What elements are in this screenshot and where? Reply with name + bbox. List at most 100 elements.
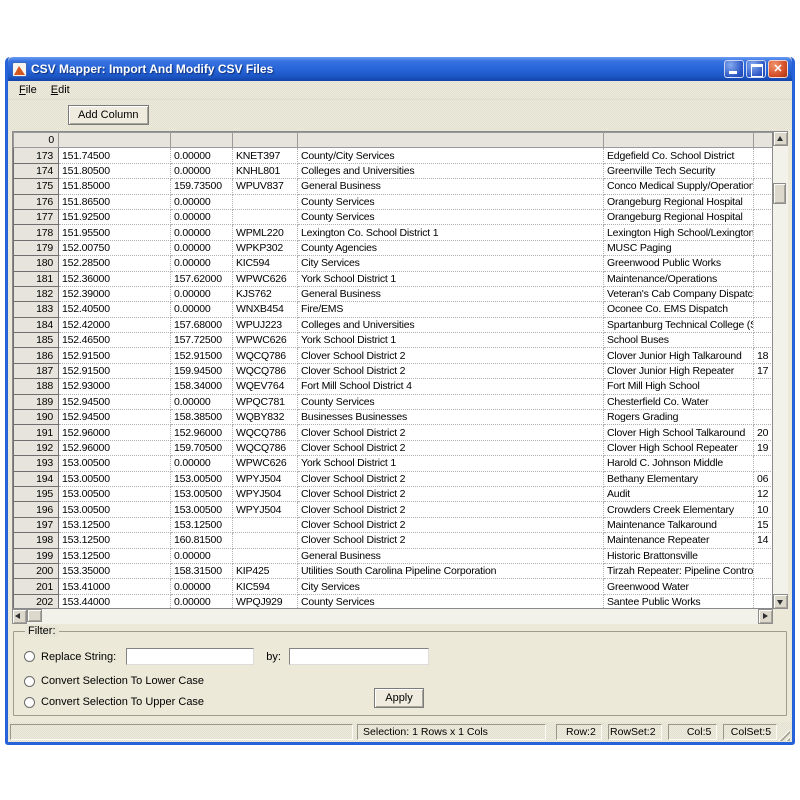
data-cell[interactable]: KIC594 <box>233 579 298 594</box>
data-cell[interactable]: 152.91500 <box>59 348 171 363</box>
data-cell[interactable] <box>754 317 774 332</box>
data-cell[interactable]: 152.00750 <box>59 240 171 255</box>
data-cell[interactable]: KNET397 <box>233 148 298 163</box>
row-number-cell[interactable]: 179 <box>14 240 59 255</box>
data-cell[interactable]: Clover School District 2 <box>298 348 604 363</box>
row-number-cell[interactable]: 188 <box>14 379 59 394</box>
row-number-cell[interactable]: 174 <box>14 163 59 178</box>
vertical-scroll-track[interactable] <box>773 146 788 594</box>
data-cell[interactable] <box>754 548 774 563</box>
row-number-cell[interactable]: 176 <box>14 194 59 209</box>
data-cell[interactable]: Maintenance/Operations <box>604 271 754 286</box>
data-cell[interactable]: KIP425 <box>233 563 298 578</box>
data-cell[interactable]: 152.91500 <box>59 363 171 378</box>
row-number-cell[interactable]: 190 <box>14 410 59 425</box>
data-cell[interactable]: 0.00000 <box>171 240 233 255</box>
data-cell[interactable]: WQCQ786 <box>233 363 298 378</box>
data-cell[interactable]: 152.46500 <box>59 333 171 348</box>
data-cell[interactable]: 152.36000 <box>59 271 171 286</box>
data-cell[interactable]: Colleges and Universities <box>298 317 604 332</box>
data-cell[interactable]: Clover School District 2 <box>298 533 604 548</box>
data-cell[interactable]: KJS762 <box>233 286 298 301</box>
data-cell[interactable]: Lexington Co. School District 1 <box>298 225 604 240</box>
data-cell[interactable]: 153.00500 <box>171 486 233 501</box>
data-cell[interactable]: Colleges and Universities <box>298 163 604 178</box>
row-number-cell[interactable]: 175 <box>14 179 59 194</box>
upper-case-radio[interactable] <box>24 697 35 708</box>
replace-string-input[interactable] <box>126 648 254 665</box>
maximize-button[interactable] <box>746 60 766 78</box>
data-cell[interactable]: 153.00500 <box>171 471 233 486</box>
data-cell[interactable] <box>233 209 298 224</box>
data-cell[interactable] <box>754 256 774 271</box>
data-cell[interactable]: 152.94500 <box>59 410 171 425</box>
data-cell[interactable]: 152.96000 <box>171 425 233 440</box>
data-cell[interactable] <box>233 517 298 532</box>
data-cell[interactable]: Oconee Co. EMS Dispatch <box>604 302 754 317</box>
data-cell[interactable]: Greenwood Public Works <box>604 256 754 271</box>
data-cell[interactable]: 153.00500 <box>59 502 171 517</box>
data-cell[interactable]: City Services <box>298 579 604 594</box>
data-cell[interactable]: 0.00000 <box>171 302 233 317</box>
data-cell[interactable]: 0.00000 <box>171 209 233 224</box>
data-cell[interactable]: 0.00000 <box>171 286 233 301</box>
data-cell[interactable]: 0.00000 <box>171 256 233 271</box>
data-cell[interactable]: Clover High School Talkaround <box>604 425 754 440</box>
data-cell[interactable]: General Business <box>298 548 604 563</box>
data-cell[interactable]: WQEV764 <box>233 379 298 394</box>
data-cell[interactable]: Santee Public Works <box>604 594 754 609</box>
data-cell[interactable] <box>754 456 774 471</box>
data-cell[interactable]: 152.42000 <box>59 317 171 332</box>
data-cell[interactable]: WPKP302 <box>233 240 298 255</box>
data-cell[interactable]: KNHL801 <box>233 163 298 178</box>
data-cell[interactable]: 0.00000 <box>171 394 233 409</box>
data-cell[interactable]: 0.00000 <box>171 163 233 178</box>
data-cell[interactable]: Spartanburg Technical College (S <box>604 317 754 332</box>
data-cell[interactable]: County Services <box>298 394 604 409</box>
data-cell[interactable]: WPUJ223 <box>233 317 298 332</box>
data-cell[interactable]: 0.00000 <box>171 579 233 594</box>
data-cell[interactable]: 152.96000 <box>59 440 171 455</box>
data-cell[interactable]: Utilities South Carolina Pipeline Corpor… <box>298 563 604 578</box>
data-cell[interactable] <box>754 179 774 194</box>
data-cell[interactable]: Clover Junior High Repeater <box>604 363 754 378</box>
data-cell[interactable]: Rogers Grading <box>604 410 754 425</box>
data-cell[interactable]: 152.96000 <box>59 425 171 440</box>
data-cell[interactable]: 153.12500 <box>59 533 171 548</box>
scroll-down-button[interactable] <box>773 594 788 609</box>
data-cell[interactable]: County/City Services <box>298 148 604 163</box>
data-cell[interactable] <box>754 394 774 409</box>
data-cell[interactable]: Crowders Creek Elementary <box>604 502 754 517</box>
data-cell[interactable]: WQCQ786 <box>233 440 298 455</box>
row-number-cell[interactable]: 191 <box>14 425 59 440</box>
data-cell[interactable]: School Buses <box>604 333 754 348</box>
replace-string-radio[interactable] <box>24 651 35 662</box>
data-cell[interactable]: General Business <box>298 286 604 301</box>
row-number-cell[interactable]: 201 <box>14 579 59 594</box>
data-cell[interactable]: Audit <box>604 486 754 501</box>
add-column-button[interactable]: Add Column <box>68 105 149 125</box>
data-cell[interactable]: Edgefield Co. School District <box>604 148 754 163</box>
data-cell[interactable]: Clover School District 2 <box>298 486 604 501</box>
row-number-cell[interactable]: 196 <box>14 502 59 517</box>
data-cell[interactable]: 0.00000 <box>171 594 233 609</box>
data-cell[interactable]: 0.00000 <box>171 148 233 163</box>
data-cell[interactable] <box>233 548 298 563</box>
data-cell[interactable]: 10 <box>754 502 774 517</box>
data-cell[interactable]: 152.93000 <box>59 379 171 394</box>
data-cell[interactable]: 151.85000 <box>59 179 171 194</box>
resize-grip-icon[interactable] <box>777 728 790 741</box>
data-cell[interactable]: 15 <box>754 517 774 532</box>
data-cell[interactable]: 151.74500 <box>59 148 171 163</box>
data-cell[interactable]: York School District 1 <box>298 271 604 286</box>
row-number-cell[interactable]: 197 <box>14 517 59 532</box>
data-cell[interactable]: 152.40500 <box>59 302 171 317</box>
column-header[interactable] <box>604 133 754 148</box>
data-cell[interactable]: Fort Mill High School <box>604 379 754 394</box>
data-cell[interactable]: WPML220 <box>233 225 298 240</box>
horizontal-scrollbar[interactable] <box>12 609 773 624</box>
row-number-cell[interactable]: 178 <box>14 225 59 240</box>
data-cell[interactable]: Orangeburg Regional Hospital <box>604 209 754 224</box>
data-cell[interactable]: County Services <box>298 194 604 209</box>
data-cell[interactable]: 152.39000 <box>59 286 171 301</box>
